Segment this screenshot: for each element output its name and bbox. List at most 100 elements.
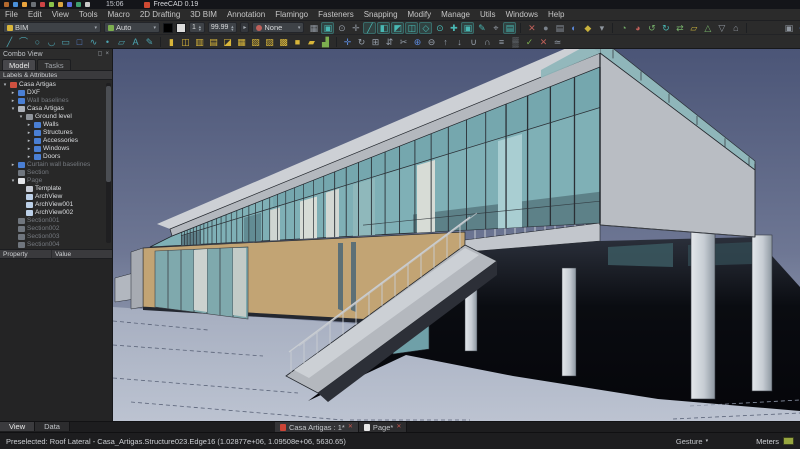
document-tab-casa-artigas-1[interactable]: Casa Artigas : 1*✕ [275,422,359,433]
tb1-icon-21[interactable]: ▾ [595,22,608,34]
tb2-icon-23[interactable]: ▟ [319,36,332,48]
tb2-icon-3[interactable]: ◡ [45,36,58,48]
expander-icon[interactable]: ▾ [2,82,8,88]
tb1-icon-6[interactable]: ◩ [391,22,404,34]
menu-edit[interactable]: Edit [23,9,47,21]
tb1-icon-33[interactable]: ▣ [782,22,795,34]
tb1-icon-27[interactable]: ⇄ [673,22,686,34]
tb1-icon-34[interactable]: ➔ [796,22,800,34]
app-icon[interactable] [40,2,45,7]
menu-tools[interactable]: Tools [74,9,103,21]
tb1-icon-14[interactable]: ▤ [503,22,516,34]
tb1-icon-0[interactable]: ▦ [307,22,320,34]
tb2-icon-20[interactable]: ▩ [277,36,290,48]
tree-item-ground-level[interactable]: ▾Ground level [0,113,112,121]
tb2-icon-15[interactable]: ▤ [207,36,220,48]
tab-data[interactable]: Data [35,422,70,431]
tree-scrollbar[interactable] [106,83,111,243]
expander-icon[interactable]: ▸ [26,138,32,144]
expander-icon[interactable]: ▸ [10,162,16,168]
tb2-icon-34[interactable]: ∪ [467,36,480,48]
tb1-icon-26[interactable]: ↻ [659,22,672,34]
close-panel-icon[interactable]: × [105,49,109,59]
tb1-icon-24[interactable]: ◕ [631,22,644,34]
nav-style-selector[interactable]: Gesture ▾ [676,437,708,446]
app-icon[interactable] [49,2,54,7]
menu-help[interactable]: Help [543,9,569,21]
tb1-icon-1[interactable]: ▣ [321,22,334,34]
close-icon[interactable]: ✕ [396,422,401,433]
tb1-icon-18[interactable]: ▤ [553,22,566,34]
tree-item-windows[interactable]: ▸Windows [0,145,112,153]
tree-item-page[interactable]: ▾Page [0,177,112,185]
tree-item-structures[interactable]: ▸Structures [0,129,112,137]
tb2-icon-0[interactable]: ╱ [3,36,16,48]
tab-model[interactable]: Model [2,59,36,70]
tb1-icon-8[interactable]: ◇ [419,22,432,34]
tb1-icon-23[interactable]: ◔ [617,22,630,34]
menu-windows[interactable]: Windows [501,9,543,21]
unit-indicator[interactable]: Meters [756,437,794,446]
tree-item-archview[interactable]: ArchView [0,193,112,201]
tree-item-template[interactable]: Template [0,185,112,193]
tb1-icon-12[interactable]: ✎ [475,22,488,34]
tb1-icon-20[interactable]: ◆ [581,22,594,34]
working-plane-selector[interactable]: Auto ▾ [104,22,160,33]
tb1-icon-17[interactable]: ● [539,22,552,34]
app-icon[interactable] [76,2,81,7]
menu-utils[interactable]: Utils [475,9,501,21]
tb2-icon-6[interactable]: ∿ [87,36,100,48]
tb2-icon-40[interactable]: ≃ [551,36,564,48]
tree-item-dxf[interactable]: ▸DXF [0,89,112,97]
tb1-icon-2[interactable]: ⊙ [335,22,348,34]
tb2-icon-38[interactable]: ✓ [523,36,536,48]
tree-item-section002[interactable]: Section002 [0,225,112,233]
tb1-icon-28[interactable]: ▱ [687,22,700,34]
tb2-icon-39[interactable]: ✕ [537,36,550,48]
tb1-icon-9[interactable]: ⊙ [433,22,446,34]
tree-item-section[interactable]: Section [0,169,112,177]
expander-icon[interactable]: ▾ [10,106,16,112]
tb2-icon-19[interactable]: ▨ [263,36,276,48]
tb2-icon-16[interactable]: ◪ [221,36,234,48]
menu-2d-drafting[interactable]: 2D Drafting [135,9,185,21]
tb2-icon-32[interactable]: ↑ [439,36,452,48]
tree-item-section001[interactable]: Section001 [0,217,112,225]
tb1-icon-31[interactable]: ⌂ [729,22,742,34]
tb1-icon-3[interactable]: ✛ [349,22,362,34]
tb2-icon-35[interactable]: ∩ [481,36,494,48]
tb2-icon-28[interactable]: ⇵ [383,36,396,48]
app-icon[interactable] [85,2,90,7]
tb2-icon-27[interactable]: ⊞ [369,36,382,48]
expander-icon[interactable]: ▸ [10,90,16,96]
expander-icon[interactable]: ▾ [18,114,24,120]
tb2-icon-8[interactable]: ▱ [115,36,128,48]
tb2-icon-9[interactable]: A [129,36,142,48]
document-tab-page[interactable]: Page*✕ [359,422,407,433]
tb2-icon-21[interactable]: ■ [291,36,304,48]
expander-icon[interactable]: ▸ [10,98,16,104]
menu-macro[interactable]: Macro [103,9,135,21]
tb1-icon-11[interactable]: ▣ [461,22,474,34]
app-icon[interactable] [31,2,36,7]
workbench-selector[interactable]: BIM ▾ [3,22,101,33]
tree-item-casa-artigas[interactable]: ▾Casa Artigas [0,105,112,113]
line-width-spinner[interactable]: 1 ▲▼ [189,22,205,33]
app-icon[interactable] [58,2,63,7]
tree-item-wall-baselines[interactable]: ▸Wall baselines [0,97,112,105]
tb2-icon-36[interactable]: ≡ [495,36,508,48]
tb2-icon-14[interactable]: ▥ [193,36,206,48]
tb2-icon-1[interactable]: ⌒ [17,36,30,48]
menu-manage[interactable]: Manage [436,9,475,21]
menu-flamingo[interactable]: Flamingo [270,9,313,21]
app-icon[interactable] [13,2,18,7]
menu-fasteners[interactable]: Fasteners [313,9,359,21]
apply-style-button[interactable]: ▸ [240,22,249,33]
tree-item-curtain-wall-baselines[interactable]: ▸Curtain wall baselines [0,161,112,169]
tab-view[interactable]: View [0,422,35,431]
tb1-icon-30[interactable]: ▽ [715,22,728,34]
tb2-icon-17[interactable]: ▦ [235,36,248,48]
tb2-icon-2[interactable]: ○ [31,36,44,48]
expander-icon[interactable]: ▸ [26,130,32,136]
expander-icon[interactable]: ▸ [26,146,32,152]
